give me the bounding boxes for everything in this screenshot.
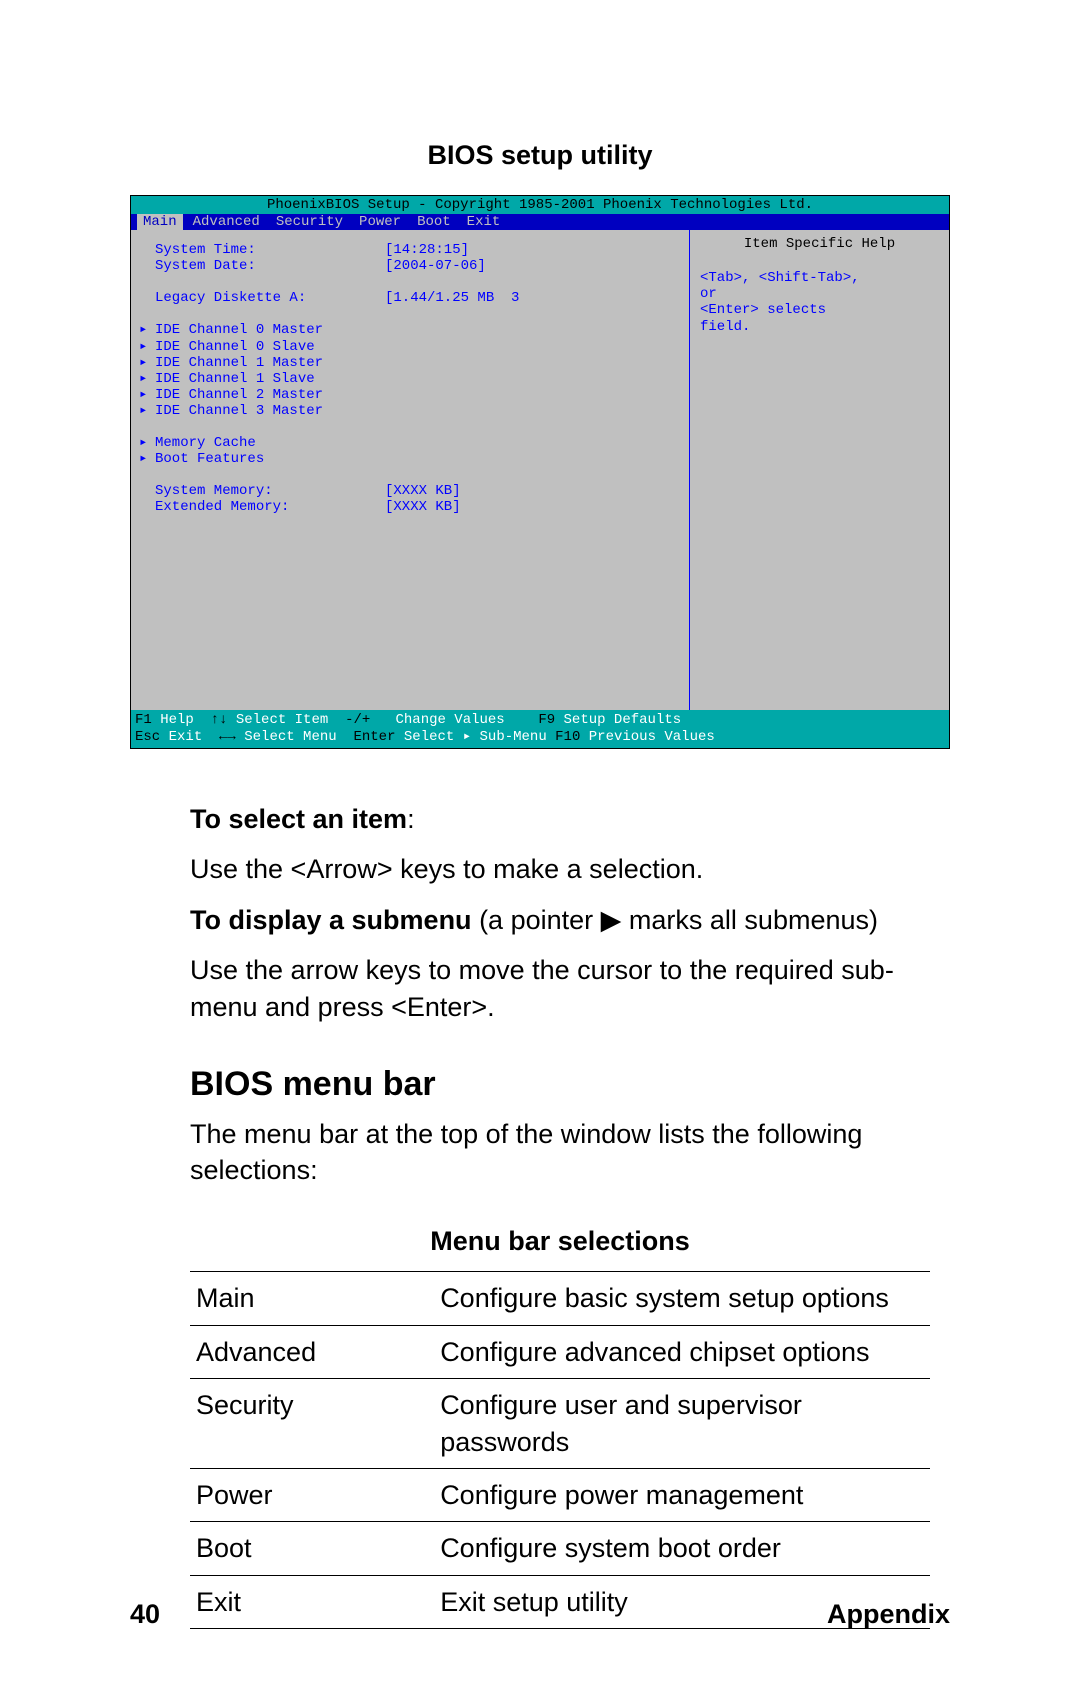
- boot-features[interactable]: Boot Features: [155, 451, 385, 467]
- help-line: or: [700, 286, 939, 302]
- table-row: PowerConfigure power management: [190, 1469, 930, 1522]
- key-leftright: ←→: [219, 729, 236, 745]
- system-time-value[interactable]: [14:28:15]: [385, 242, 469, 258]
- submenu-tail: (a pointer: [472, 905, 601, 935]
- footer-text: Change Values: [370, 712, 538, 728]
- system-date-value[interactable]: [2004-07-06]: [385, 258, 486, 274]
- submenu-heading: To display a submenu: [190, 905, 472, 935]
- table-row: BootConfigure system boot order: [190, 1522, 930, 1575]
- tab-main[interactable]: Main: [137, 214, 183, 230]
- tab-advanced[interactable]: Advanced: [193, 214, 276, 230]
- system-memory-value: [XXXX KB]: [385, 483, 461, 499]
- help-line: <Enter> selects: [700, 302, 939, 318]
- bios-menubar: Main Advanced Security Power Boot Exit: [131, 214, 949, 230]
- footer-text: Select Menu: [236, 729, 354, 745]
- key-enter: Enter: [353, 729, 395, 745]
- section-body: The menu bar at the top of the window li…: [190, 1116, 930, 1189]
- bios-main-panel: System Time:[14:28:15] System Date:[2004…: [131, 230, 689, 710]
- footer-text: Setup Defaults: [555, 712, 681, 728]
- menu-name: Main: [190, 1272, 434, 1325]
- legacy-diskette-value[interactable]: [1.44/1.25 MB 3: [385, 290, 519, 306]
- footer-text: Previous Values: [580, 729, 714, 745]
- page-title: BIOS setup utility: [130, 140, 950, 171]
- memory-cache[interactable]: Memory Cache: [155, 435, 385, 451]
- footer-text: Select ▸ Sub-Menu: [395, 729, 555, 745]
- key-f9: F9: [538, 712, 555, 728]
- ide-ch1-slave[interactable]: IDE Channel 1 Slave: [155, 371, 385, 387]
- footer-section: Appendix: [827, 1599, 950, 1630]
- table-row: AdvancedConfigure advanced chipset optio…: [190, 1325, 930, 1378]
- menu-name: Security: [190, 1379, 434, 1469]
- tab-boot[interactable]: Boot: [417, 214, 467, 230]
- legacy-diskette-label: Legacy Diskette A:: [155, 290, 385, 306]
- tab-power[interactable]: Power: [359, 214, 417, 230]
- menu-name: Advanced: [190, 1325, 434, 1378]
- bios-screenshot: PhoenixBIOS Setup - Copyright 1985-2001 …: [130, 195, 950, 749]
- ide-ch1-master[interactable]: IDE Channel 1 Master: [155, 355, 385, 371]
- key-updown: ↑↓: [211, 712, 228, 728]
- submenu-body: Use the arrow keys to move the cursor to…: [190, 952, 930, 1025]
- tab-exit[interactable]: Exit: [467, 214, 517, 230]
- menu-desc: Configure basic system setup options: [434, 1272, 930, 1325]
- table-title: Menu bar selections: [190, 1223, 930, 1259]
- footer-text: Exit: [160, 729, 219, 745]
- menu-desc: Configure power management: [434, 1469, 930, 1522]
- extended-memory-label: Extended Memory:: [155, 499, 385, 515]
- page-number: 40: [130, 1599, 160, 1630]
- menu-name: Power: [190, 1469, 434, 1522]
- system-time-label: System Time:: [155, 242, 385, 258]
- menu-selections-table: MainConfigure basic system setup options…: [190, 1271, 930, 1629]
- help-title: Item Specific Help: [700, 236, 939, 252]
- system-memory-label: System Memory:: [155, 483, 385, 499]
- help-line: <Tab>, <Shift-Tab>,: [700, 270, 939, 286]
- bios-help-panel: Item Specific Help <Tab>, <Shift-Tab>, o…: [689, 230, 949, 710]
- ide-ch3-master[interactable]: IDE Channel 3 Master: [155, 403, 385, 419]
- table-row: MainConfigure basic system setup options: [190, 1272, 930, 1325]
- ide-ch0-slave[interactable]: IDE Channel 0 Slave: [155, 339, 385, 355]
- extended-memory-value: [XXXX KB]: [385, 499, 461, 515]
- key-esc: Esc: [135, 729, 160, 745]
- key-f1: F1: [135, 712, 152, 728]
- system-date-label: System Date:: [155, 258, 385, 274]
- menu-name: Boot: [190, 1522, 434, 1575]
- select-heading: To select an item: [190, 804, 407, 834]
- table-row: SecurityConfigure user and supervisor pa…: [190, 1379, 930, 1469]
- menu-desc: Configure advanced chipset options: [434, 1325, 930, 1378]
- footer-text: Select Item: [227, 712, 345, 728]
- bios-titlebar: PhoenixBIOS Setup - Copyright 1985-2001 …: [131, 196, 949, 214]
- bios-footer: F1 Help ↑↓ Select Item -/+ Change Values…: [131, 710, 949, 748]
- submenu-tail2: marks all submenus): [621, 905, 878, 935]
- ide-ch0-master[interactable]: IDE Channel 0 Master: [155, 322, 385, 338]
- select-body: Use the <Arrow> keys to make a selection…: [190, 851, 930, 887]
- help-line: field.: [700, 319, 939, 335]
- menu-desc: Configure system boot order: [434, 1522, 930, 1575]
- triangle-icon: ▶: [601, 902, 622, 938]
- footer-text: Help: [152, 712, 211, 728]
- key-plusminus: -/+: [345, 712, 370, 728]
- tab-security[interactable]: Security: [276, 214, 359, 230]
- section-heading: BIOS menu bar: [190, 1065, 950, 1104]
- ide-ch2-master[interactable]: IDE Channel 2 Master: [155, 387, 385, 403]
- key-f10: F10: [555, 729, 580, 745]
- menu-desc: Configure user and supervisor passwords: [434, 1379, 930, 1469]
